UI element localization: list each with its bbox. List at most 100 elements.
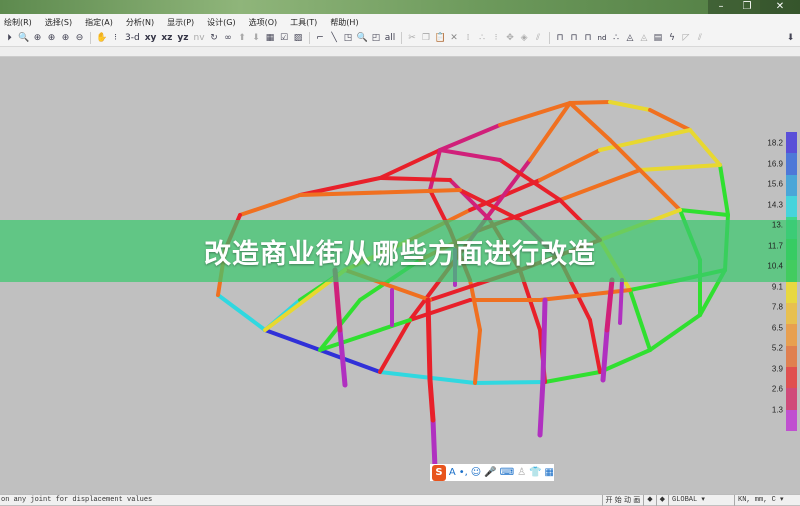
menu-options[interactable]: 选项(O) — [249, 17, 278, 28]
menu-display[interactable]: 显示(P) — [167, 17, 194, 28]
select-window-icon[interactable]: ◳ — [343, 32, 354, 44]
frame-member[interactable] — [378, 176, 452, 182]
table-icon[interactable]: ▤ — [652, 32, 663, 44]
restore-button[interactable]: ❐ — [734, 0, 760, 14]
skin-icon[interactable]: 👕 — [529, 467, 541, 478]
menu-assign[interactable]: 指定(A) — [85, 17, 113, 28]
lightning-icon[interactable]: ϟ — [666, 32, 677, 44]
up-arrow-icon[interactable]: ⬆ — [237, 32, 248, 44]
select-line-icon[interactable]: ╲ — [329, 32, 340, 44]
cut-icon[interactable]: ✂ — [407, 32, 418, 44]
coord-system-select[interactable]: GLOBAL ▾ — [668, 494, 734, 506]
zoom-window-icon[interactable]: 🔍 — [18, 32, 29, 44]
rotate-icon[interactable]: ↻ — [209, 32, 220, 44]
minimize-button[interactable]: – — [708, 0, 734, 14]
frame-member[interactable] — [378, 148, 442, 180]
frame-member[interactable] — [216, 293, 267, 332]
area-icon[interactable]: ◬ — [624, 32, 635, 44]
checkbox-icon[interactable]: ☑ — [279, 32, 290, 44]
run-icon[interactable]: ⏵ — [4, 32, 15, 44]
view-3d-button[interactable]: 3-d — [124, 32, 141, 44]
frame-member[interactable] — [628, 288, 652, 352]
frame-member[interactable] — [638, 168, 682, 212]
object-shrink-icon[interactable]: ▦ — [265, 32, 276, 44]
chart-icon[interactable]: ◸ — [680, 32, 691, 44]
paste-icon[interactable]: 📋 — [435, 32, 446, 44]
merge-icon[interactable]: ⁝ — [491, 32, 502, 44]
units-select[interactable]: KN, mm, C ▾ — [734, 494, 800, 506]
tools-icon[interactable]: ♙ — [517, 467, 526, 478]
emoji-icon[interactable]: ☺ — [471, 467, 481, 478]
down-arrow-icon[interactable]: ⬇ — [251, 32, 262, 44]
zoom-out-icon[interactable]: ⊖ — [74, 32, 85, 44]
perspective-icon[interactable]: ∞ — [223, 32, 234, 44]
prev-step-button[interactable]: ◆ — [643, 494, 655, 506]
zoom-in-icon[interactable]: ⊕ — [46, 32, 57, 44]
view-xy-button[interactable]: xy — [144, 32, 158, 44]
frame-member[interactable] — [608, 100, 652, 112]
frame-member[interactable] — [473, 328, 482, 385]
frame-member[interactable] — [537, 377, 546, 438]
frame-member[interactable] — [337, 327, 348, 388]
grid-icon[interactable]: ▨ — [293, 32, 304, 44]
frame-member[interactable] — [430, 417, 438, 471]
frame-member[interactable] — [588, 318, 602, 374]
extrude-icon[interactable]: ⫽ — [533, 32, 544, 44]
menu-select[interactable]: 选择(S) — [45, 17, 72, 28]
select-prev-icon[interactable]: ◰ — [371, 32, 382, 44]
select-all-icon[interactable]: all — [385, 32, 396, 44]
sogou-logo-icon[interactable]: S — [432, 464, 446, 481]
frame-member[interactable] — [540, 297, 548, 383]
frame-member[interactable] — [528, 101, 572, 162]
frame-member[interactable] — [425, 297, 433, 383]
frame-member[interactable] — [427, 377, 436, 423]
close-button[interactable]: ✕ — [760, 0, 800, 14]
frame-member[interactable] — [568, 100, 612, 105]
frame-member[interactable] — [238, 193, 302, 217]
frame-2-icon[interactable]: ⊓ — [569, 32, 580, 44]
download-icon[interactable]: ⬇ — [785, 32, 796, 44]
frame-member[interactable] — [498, 101, 572, 127]
frame-member[interactable] — [473, 380, 547, 385]
frame-member[interactable] — [543, 370, 602, 384]
zoom-restore-icon[interactable]: ⊕ — [32, 32, 43, 44]
frame-member[interactable] — [438, 148, 502, 162]
replicate-icon[interactable]: ⁞ — [463, 32, 474, 44]
frame-member[interactable] — [648, 313, 702, 352]
menu-grid-icon[interactable]: ▦ — [545, 467, 554, 478]
punctuation-icon[interactable]: •, — [459, 467, 468, 478]
frame-member[interactable] — [438, 123, 502, 152]
frame-3-icon[interactable]: ⊓ — [583, 32, 594, 44]
copy-icon[interactable]: ❐ — [421, 32, 432, 44]
area-2-icon[interactable]: ◬ — [638, 32, 649, 44]
frame-member[interactable] — [678, 208, 730, 217]
ime-mode[interactable]: A — [449, 467, 456, 478]
view-xz-button[interactable]: xz — [160, 32, 173, 44]
menu-design[interactable]: 设计(G) — [207, 17, 235, 28]
frame-member[interactable] — [538, 148, 602, 182]
animate-button[interactable]: 开 始 动 画 — [601, 494, 644, 506]
frame-member[interactable] — [598, 128, 692, 152]
frame-member[interactable] — [568, 101, 612, 142]
next-step-button[interactable]: ◆ — [655, 494, 668, 506]
design-icon[interactable]: ⫽ — [694, 32, 705, 44]
frame-member[interactable] — [648, 108, 692, 132]
menu-analyze[interactable]: 分析(N) — [126, 17, 154, 28]
frame-icon[interactable]: ⊓ — [555, 32, 566, 44]
mirror-icon[interactable]: ◈ — [519, 32, 530, 44]
joint-icon[interactable]: ∴ — [610, 32, 621, 44]
nd-button[interactable]: nd — [597, 32, 608, 44]
frame-member[interactable] — [618, 278, 624, 325]
view-yz-button[interactable]: yz — [176, 32, 189, 44]
frame-member[interactable] — [688, 128, 722, 167]
rubber-band-icon[interactable]: ⁝ — [110, 32, 121, 44]
frame-member[interactable] — [263, 328, 322, 352]
view-nv-button[interactable]: nv — [193, 32, 206, 44]
menu-draw[interactable]: 绘制(R) — [4, 17, 32, 28]
delete-icon[interactable]: ✕ — [449, 32, 460, 44]
frame-member[interactable] — [538, 288, 632, 302]
frame-member[interactable] — [638, 163, 722, 172]
select-point-icon[interactable]: ⌐ — [315, 32, 326, 44]
frame-member[interactable] — [718, 163, 730, 217]
keyboard-icon[interactable]: ⌨ — [500, 467, 514, 478]
